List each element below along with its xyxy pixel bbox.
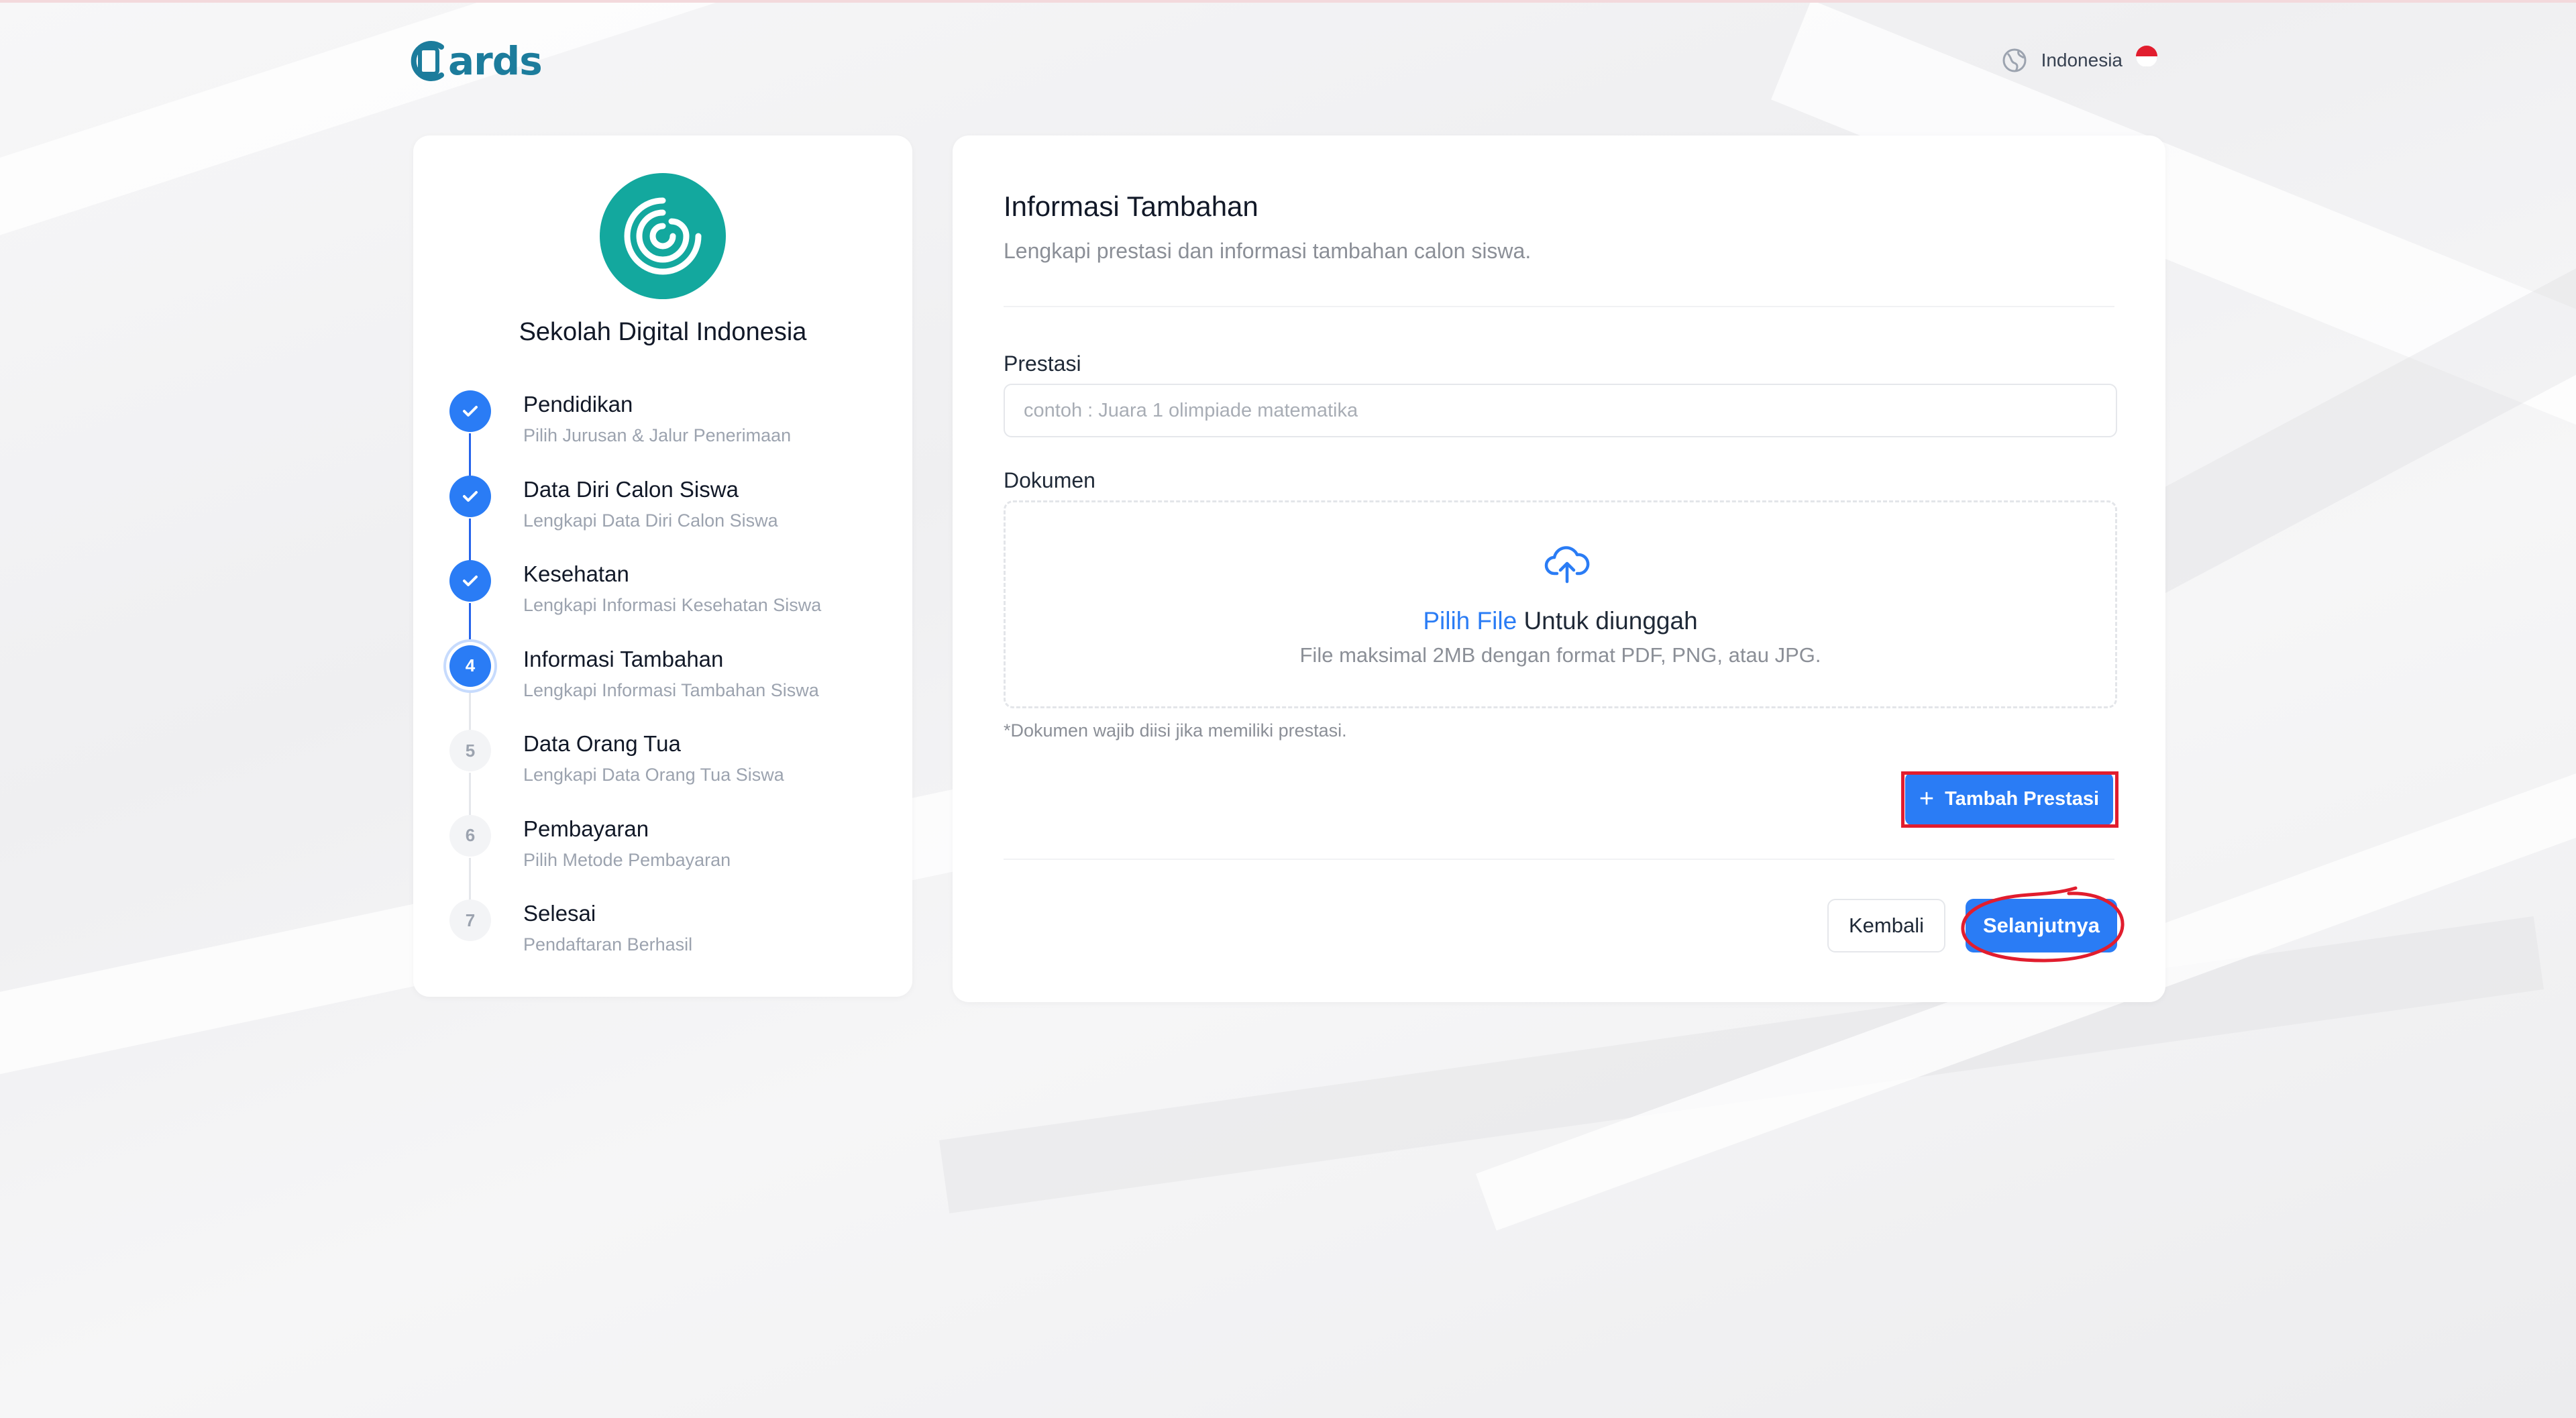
form-divider [1004,306,2114,307]
step-kesehatan: Kesehatan Lengkapi Informasi Kesehatan S… [448,560,891,645]
add-achievement-button[interactable]: + Tambah Prestasi [1905,773,2113,825]
step-subtitle: Lengkapi Informasi Tambahan Siswa [523,679,819,700]
brand-logo-text: ards [448,38,543,84]
next-button[interactable]: Selanjutnya [1966,899,2117,952]
step-subtitle: Lengkapi Informasi Kesehatan Siswa [523,595,822,615]
step-data-diri: Data Diri Calon Siswa Lengkapi Data Diri… [448,475,891,561]
step-title: Pembayaran [523,816,649,841]
footer-divider [1004,859,2114,860]
step-title: Data Diri Calon Siswa [523,476,739,502]
step-informasi-tambahan: 4 Informasi Tambahan Lengkapi Informasi … [448,645,891,730]
school-name: Sekolah Digital Indonesia [519,318,807,346]
form-panel: Informasi Tambahan Lengkapi prestasi dan… [953,135,2165,1002]
step-list: Pendidikan Pilih Jurusan & Jalur Penerim… [448,390,891,985]
step-number-badge: 5 [449,730,491,771]
step-selesai: 7 Selesai Pendaftaran Berhasil [448,899,891,985]
add-achievement-label: Tambah Prestasi [1945,787,2100,810]
step-title: Kesehatan [523,561,629,586]
step-connector [469,773,471,815]
step-subtitle: Lengkapi Data Orang Tua Siswa [523,765,784,785]
brand-logo-icon [411,41,444,81]
step-connector [469,688,471,730]
prestasi-input[interactable] [1004,384,2117,437]
step-number-badge: 7 [449,899,491,941]
upload-prompt-text: Untuk diunggah [1517,607,1698,635]
stepper-panel: Sekolah Digital Indonesia Pendidikan Pil… [413,135,912,997]
school-logo [600,173,726,299]
globe-icon [2002,48,2027,72]
step-check-icon [449,475,491,517]
cloud-upload-icon [1544,546,1590,584]
step-subtitle: Pilih Jurusan & Jalur Penerimaan [523,425,792,445]
indonesia-flag-icon [2136,46,2157,67]
step-subtitle: Lengkapi Data Diri Calon Siswa [523,510,778,531]
step-subtitle: Pendaftaran Berhasil [523,934,693,955]
step-pembayaran: 6 Pembayaran Pilih Metode Pembayaran [448,814,891,900]
dokumen-label: Dokumen [1004,468,1095,492]
step-title: Selesai [523,901,596,926]
step-connector [469,518,471,561]
upload-hint: File maksimal 2MB dengan format PDF, PNG… [1299,643,1821,667]
step-check-icon [449,560,491,602]
language-label: Indonesia [2041,50,2123,70]
brand-logo[interactable]: ards [411,38,543,85]
step-connector [469,433,471,476]
language-selector[interactable]: Indonesia [2001,43,2157,78]
upload-prompt: Pilih File Untuk diunggah [1006,607,2115,635]
step-title: Data Orang Tua [523,731,681,756]
step-title: Informasi Tambahan [523,646,724,671]
step-connector [469,603,471,645]
step-number-badge: 6 [449,814,491,857]
form-description: Lengkapi prestasi dan informasi tambahan… [1004,239,1532,263]
prestasi-label: Prestasi [1004,351,1081,376]
top-accent-line [0,0,2576,3]
step-subtitle: Pilih Metode Pembayaran [523,849,731,870]
step-number-badge: 4 [449,645,491,687]
school-logo-icon [624,197,702,275]
step-title: Pendidikan [523,392,633,417]
plus-icon: + [1919,785,1935,813]
step-connector [469,857,471,900]
choose-file-link[interactable]: Pilih File [1423,607,1517,635]
step-check-icon [449,390,491,432]
form-title: Informasi Tambahan [1004,190,1258,222]
back-button[interactable]: Kembali [1827,899,1945,952]
document-note: *Dokumen wajib diisi jika memiliki prest… [1004,720,1347,741]
document-dropzone[interactable]: Pilih File Untuk diunggah File maksimal … [1004,500,2117,708]
step-data-orang-tua: 5 Data Orang Tua Lengkapi Data Orang Tua… [448,730,891,815]
step-pendidikan: Pendidikan Pilih Jurusan & Jalur Penerim… [448,390,891,476]
header: ards Indonesia [411,35,2157,86]
